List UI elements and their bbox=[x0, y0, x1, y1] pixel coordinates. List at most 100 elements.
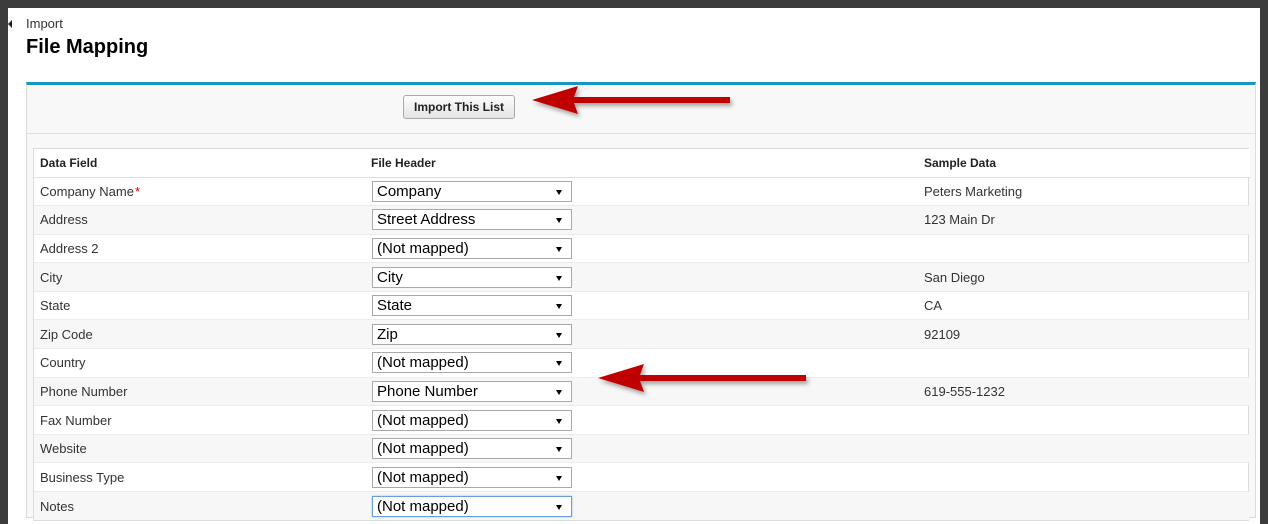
file-header-cell: (Not mapped) bbox=[365, 434, 918, 464]
file-header-cell: Zip bbox=[365, 319, 918, 350]
file-header-value: Street Address bbox=[377, 211, 476, 229]
data-field-label: State bbox=[40, 298, 71, 314]
data-field-label: Notes bbox=[40, 498, 74, 514]
breadcrumb[interactable]: Import bbox=[26, 16, 63, 31]
data-field-cell: Phone Number bbox=[34, 377, 365, 407]
table-row: Website (Not mapped) bbox=[34, 434, 1250, 464]
chevron-down-icon[interactable] bbox=[556, 361, 562, 367]
sample-data-cell bbox=[918, 348, 1250, 378]
file-header-select[interactable]: Street Address bbox=[372, 209, 572, 231]
column-header-data-field: Data Field bbox=[34, 149, 365, 178]
sample-data-cell bbox=[918, 234, 1250, 264]
sample-data-cell bbox=[918, 462, 1250, 493]
sample-data-cell: San Diego bbox=[918, 262, 1250, 292]
file-header-value: (Not mapped) bbox=[377, 497, 469, 515]
file-header-value: State bbox=[377, 297, 413, 315]
required-marker: * bbox=[134, 183, 140, 199]
column-header-sample-data: Sample Data bbox=[918, 149, 1250, 178]
file-header-select[interactable]: (Not mapped) bbox=[372, 352, 572, 374]
file-header-cell: (Not mapped) bbox=[365, 405, 918, 435]
sample-data-cell bbox=[918, 491, 1250, 521]
file-header-select[interactable]: (Not mapped) bbox=[372, 409, 572, 431]
table-row: Business Type (Not mapped) bbox=[34, 462, 1250, 493]
data-field-cell: Fax Number bbox=[34, 405, 365, 435]
chevron-down-icon[interactable] bbox=[556, 218, 562, 224]
data-field-cell: Company Name* bbox=[34, 177, 365, 207]
mapping-table: Data Field File Header Sample Data Compa… bbox=[34, 149, 1250, 521]
sample-data-cell: CA bbox=[918, 291, 1250, 321]
data-field-cell: Zip Code bbox=[34, 319, 365, 350]
file-header-select[interactable]: Phone Number bbox=[372, 380, 572, 402]
file-header-select[interactable]: (Not mapped) bbox=[372, 237, 572, 259]
file-header-cell: Street Address bbox=[365, 205, 918, 235]
file-header-select[interactable]: City bbox=[372, 266, 572, 288]
chevron-down-icon[interactable] bbox=[556, 475, 562, 481]
file-header-value: (Not mapped) bbox=[377, 440, 469, 458]
file-header-cell: City bbox=[365, 262, 918, 292]
table-row: Address Street Address 123 Main Dr bbox=[34, 205, 1250, 235]
data-field-cell: Address 2 bbox=[34, 234, 365, 264]
data-field-cell: City bbox=[34, 262, 365, 292]
chevron-down-icon[interactable] bbox=[556, 189, 562, 195]
table-row: Zip Code Zip 92109 bbox=[34, 319, 1250, 350]
data-field-label: Country bbox=[40, 355, 86, 371]
data-field-cell: Website bbox=[34, 434, 365, 464]
file-header-value: (Not mapped) bbox=[377, 411, 469, 429]
chevron-down-icon[interactable] bbox=[556, 275, 562, 281]
table-header-row: Data Field File Header Sample Data bbox=[34, 149, 1250, 178]
file-header-value: (Not mapped) bbox=[377, 239, 469, 257]
page-title: File Mapping bbox=[26, 36, 149, 58]
mapping-panel: Import This List Data Field File Header … bbox=[26, 82, 1256, 522]
table-row: State State CA bbox=[34, 291, 1250, 321]
file-header-cell: (Not mapped) bbox=[365, 462, 918, 493]
file-header-value: Zip bbox=[377, 325, 398, 343]
data-field-label: Address 2 bbox=[40, 240, 99, 256]
import-list-button[interactable]: Import This List bbox=[403, 95, 515, 119]
data-field-cell: Notes bbox=[34, 491, 365, 521]
data-field-cell: State bbox=[34, 291, 365, 321]
file-header-cell: (Not mapped) bbox=[365, 234, 918, 264]
data-field-label: Phone Number bbox=[40, 383, 128, 399]
chevron-down-icon[interactable] bbox=[556, 304, 562, 310]
file-header-select[interactable]: Company bbox=[372, 180, 572, 202]
file-header-select[interactable]: (Not mapped) bbox=[372, 438, 572, 460]
data-field-cell: Business Type bbox=[34, 462, 365, 493]
file-header-select[interactable]: State bbox=[372, 295, 572, 317]
sample-data-cell bbox=[918, 405, 1250, 435]
back-arrow-icon[interactable] bbox=[8, 20, 12, 28]
file-header-cell: (Not mapped) bbox=[365, 491, 918, 521]
file-header-cell: Company bbox=[365, 177, 918, 207]
column-header-file-header: File Header bbox=[365, 149, 918, 178]
mapping-table-container: Data Field File Header Sample Data Compa… bbox=[33, 148, 1250, 522]
chevron-down-icon[interactable] bbox=[556, 389, 562, 395]
data-field-label: Zip Code bbox=[40, 326, 93, 342]
file-header-select[interactable]: Zip bbox=[372, 323, 572, 345]
chevron-down-icon[interactable] bbox=[556, 504, 562, 510]
chevron-down-icon[interactable] bbox=[556, 332, 562, 338]
data-field-cell: Country bbox=[34, 348, 365, 378]
annotation-arrow-icon bbox=[532, 86, 730, 114]
sample-data-cell: 92109 bbox=[918, 319, 1250, 350]
sample-data-cell: Peters Marketing bbox=[918, 177, 1250, 207]
file-header-cell: State bbox=[365, 291, 918, 321]
sample-data-cell: 619-555-1232 bbox=[918, 377, 1250, 407]
data-field-label: Website bbox=[40, 441, 87, 457]
file-header-value: City bbox=[377, 268, 403, 286]
file-header-value: (Not mapped) bbox=[377, 354, 469, 372]
sample-data-cell bbox=[918, 434, 1250, 464]
table-row: Fax Number (Not mapped) bbox=[34, 405, 1250, 435]
file-header-value: Company bbox=[377, 182, 442, 200]
table-row: Company Name* Company Peters Marketing bbox=[34, 177, 1250, 207]
data-field-label: Fax Number bbox=[40, 412, 112, 428]
data-field-label: Company Name bbox=[40, 183, 134, 199]
data-field-cell: Address bbox=[34, 205, 365, 235]
file-header-select[interactable]: (Not mapped) bbox=[372, 466, 572, 488]
chevron-down-icon[interactable] bbox=[556, 246, 562, 252]
file-header-select[interactable]: (Not mapped) bbox=[372, 495, 572, 517]
chevron-down-icon[interactable] bbox=[556, 418, 562, 424]
table-row: City City San Diego bbox=[34, 262, 1250, 292]
chevron-down-icon[interactable] bbox=[556, 447, 562, 453]
data-field-label: Business Type bbox=[40, 469, 125, 485]
file-header-value: (Not mapped) bbox=[377, 468, 469, 486]
table-row: Notes (Not mapped) bbox=[34, 491, 1250, 521]
